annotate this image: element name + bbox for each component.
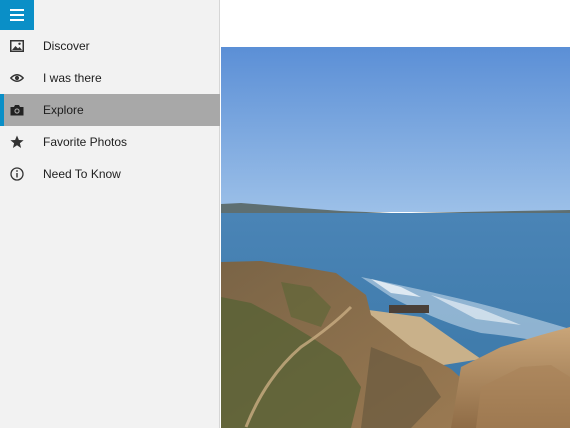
nav-item-favorite-photos[interactable]: Favorite Photos [0, 126, 220, 158]
nav-label-i-was-there: I was there [43, 71, 102, 85]
main-content [221, 0, 570, 428]
star-icon [9, 134, 25, 150]
hamburger-menu-button[interactable] [0, 0, 34, 30]
nav-item-need-to-know[interactable]: Need To Know [0, 158, 220, 190]
info-icon [9, 166, 25, 182]
nav-label-favorite-photos: Favorite Photos [43, 135, 128, 149]
nav-item-explore[interactable]: Explore [0, 94, 220, 126]
nav-label-explore: Explore [43, 103, 84, 117]
hamburger-icon [10, 9, 24, 21]
navigation-pane: Discover I was there Explore Favorite Ph… [0, 0, 220, 428]
app-window: Discover I was there Explore Favorite Ph… [0, 0, 570, 428]
nav-list: Discover I was there Explore Favorite Ph… [0, 30, 220, 190]
eye-icon [9, 70, 25, 86]
camera-icon [9, 102, 25, 118]
nav-label-discover: Discover [43, 39, 90, 53]
nav-item-i-was-there[interactable]: I was there [0, 62, 220, 94]
nav-label-need-to-know: Need To Know [43, 167, 121, 181]
nav-item-discover[interactable]: Discover [0, 30, 220, 62]
coastal-cliff-photo [221, 47, 570, 428]
image-icon [9, 38, 25, 54]
